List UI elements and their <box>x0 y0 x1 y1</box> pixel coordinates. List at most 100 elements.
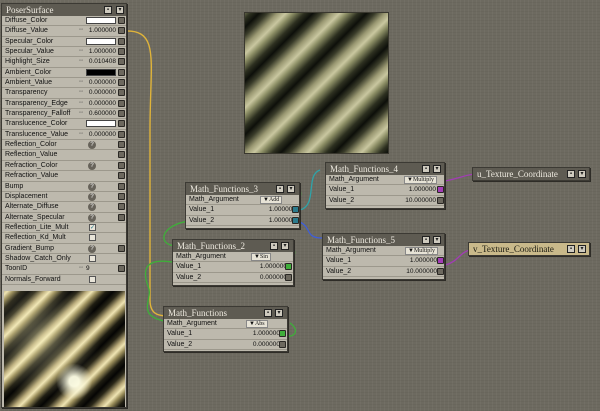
value-1-row[interactable]: Value_1 1.000000 <box>173 262 293 273</box>
math-functions-3-title-bar[interactable]: Math_Functions_3 ▪ ▾ <box>186 183 299 195</box>
plug-icon[interactable] <box>118 89 125 97</box>
math-argument-row[interactable]: Math_Argument ▼Sin <box>173 252 293 263</box>
poser-param-row[interactable]: Transparency_Edge ◦◦ 0.000000 <box>2 99 126 110</box>
plug-icon[interactable] <box>118 172 125 180</box>
value-2-row[interactable]: Value_2 10.000000 <box>323 267 444 278</box>
plug-icon[interactable] <box>118 37 125 45</box>
value-field[interactable]: 0.000000 <box>86 79 116 86</box>
poser-param-row[interactable]: Diffuse_Color <box>2 16 126 27</box>
poser-param-row[interactable]: Refraction_Color? <box>2 161 126 172</box>
poser-param-row[interactable]: Transparency ◦◦ 0.000000 <box>2 88 126 99</box>
value-field[interactable]: 0.000000 <box>86 131 116 138</box>
collapse-options-icon[interactable]: ▪ <box>567 245 575 253</box>
checkbox-checked[interactable]: ✓ <box>89 223 96 231</box>
collapse-preview-icon[interactable]: ▾ <box>433 236 441 244</box>
value-field[interactable]: 1.000000 <box>86 27 116 34</box>
dial-icon[interactable]: ◦◦ <box>79 89 83 95</box>
help-icon[interactable]: ? <box>88 244 96 253</box>
collapse-options-icon[interactable]: ▪ <box>104 6 112 14</box>
help-icon[interactable]: ? <box>88 182 96 191</box>
dial-icon[interactable]: ◦◦ <box>79 27 83 33</box>
value-field[interactable]: 0.600000 <box>86 110 116 117</box>
dial-icon[interactable]: ◦◦ <box>79 110 83 116</box>
dial-icon[interactable]: ◦◦ <box>79 265 83 271</box>
value-1-row[interactable]: Value_1 1.000000 <box>323 256 444 267</box>
poser-param-row[interactable]: Highlight_Size ◦◦ 0.010408 <box>2 57 126 68</box>
collapse-preview-icon[interactable]: ▾ <box>275 309 283 317</box>
plug-icon[interactable] <box>292 206 299 214</box>
plug-icon[interactable] <box>118 244 125 252</box>
help-icon[interactable]: ? <box>88 161 96 170</box>
plug-icon[interactable] <box>285 273 292 281</box>
math-functions-node[interactable]: Math_Functions ▪ ▾ Math_Argument ▼Abs Va… <box>163 306 288 352</box>
collapse-options-icon[interactable]: ▪ <box>276 185 284 193</box>
math-argument-row[interactable]: Math_Argument ▼Multiply <box>323 246 444 257</box>
color-swatch[interactable] <box>86 68 116 76</box>
poser-param-row[interactable]: Refraction_Value <box>2 171 126 182</box>
value-2-field[interactable]: 10.000000 <box>398 197 436 204</box>
wire-math-functions-5-to-math-functions-3[interactable] <box>299 221 323 239</box>
plug-icon[interactable] <box>279 340 286 348</box>
plug-icon[interactable] <box>118 203 125 211</box>
poser-param-row[interactable]: Alternate_Specular? <box>2 213 126 223</box>
poser-param-row[interactable]: Translucence_Color <box>2 119 126 130</box>
value-1-field[interactable]: 1.000000 <box>242 330 280 337</box>
collapse-options-icon[interactable]: ▪ <box>422 236 430 244</box>
poser-param-row[interactable]: ToonID ◦◦ 9 <box>2 264 126 275</box>
math-functions-title-bar[interactable]: Math_Functions ▪ ▾ <box>164 307 287 319</box>
poser-param-row[interactable]: Reflection_Lite_Mult ✓ <box>2 223 126 234</box>
value-2-row[interactable]: Value_2 10.000000 <box>326 196 444 207</box>
math-functions-2-node[interactable]: Math_Functions_2 ▪ ▾ Math_Argument ▼Sin … <box>172 239 294 286</box>
plug-icon[interactable] <box>118 79 125 87</box>
wire-math-functions-4-to-math-functions-3[interactable] <box>299 169 321 211</box>
wire-u-texture-to-math-functions-4[interactable] <box>444 173 475 182</box>
value-1-field[interactable]: 1.000000 <box>399 257 437 264</box>
collapse-options-icon[interactable]: ▪ <box>270 242 278 250</box>
poser-param-row[interactable]: Diffuse_Value ◦◦ 1.000000 <box>2 26 126 37</box>
value-field[interactable]: 1.000000 <box>86 48 116 55</box>
plug-icon[interactable] <box>437 186 444 194</box>
help-icon[interactable]: ? <box>88 203 96 212</box>
value-2-field[interactable]: 0.000000 <box>242 341 280 348</box>
color-swatch[interactable] <box>86 37 116 45</box>
collapse-preview-icon[interactable]: ▾ <box>578 170 586 178</box>
plug-icon[interactable] <box>118 99 125 107</box>
value-field[interactable]: 0.000000 <box>86 89 116 96</box>
poser-surface-title-bar[interactable]: PoserSurface ▪ ▾ <box>2 4 126 16</box>
u-texture-coordinate-title-bar[interactable]: u_Texture_Coordinate ▪ ▾ <box>473 168 589 180</box>
value-2-row[interactable]: Value_2 0.000000 <box>173 273 293 284</box>
value-field[interactable]: 9 <box>86 265 116 272</box>
math-functions-4-node[interactable]: Math_Functions_4 ▪ ▾ Math_Argument ▼Mult… <box>325 162 445 209</box>
math-functions-5-node[interactable]: Math_Functions_5 ▪ ▾ Math_Argument ▼Mult… <box>322 233 445 280</box>
math-functions-3-node[interactable]: Math_Functions_3 ▪ ▾ Math_Argument ▼Add … <box>185 182 300 229</box>
poser-param-row[interactable]: Specular_Value ◦◦ 1.000000 <box>2 47 126 58</box>
plug-icon[interactable] <box>118 110 125 118</box>
poser-param-row[interactable]: Normals_Forward <box>2 275 126 285</box>
v-texture-coordinate-node[interactable]: v_Texture_Coordinate ▪ ▾ <box>468 242 590 256</box>
wire-v-texture-to-math-functions-5[interactable] <box>444 249 471 266</box>
poser-param-row[interactable]: Alternate_Diffuse? <box>2 202 126 213</box>
poser-param-row[interactable]: Reflection_Value <box>2 150 126 161</box>
checkbox-unchecked[interactable] <box>89 275 96 283</box>
value-2-field[interactable]: 0.000000 <box>249 274 287 281</box>
poser-param-row[interactable]: Gradient_Bump? <box>2 244 126 254</box>
plug-icon[interactable] <box>279 330 286 338</box>
collapse-preview-icon[interactable]: ▾ <box>281 242 289 250</box>
u-texture-coordinate-node[interactable]: u_Texture_Coordinate ▪ ▾ <box>472 167 590 181</box>
plug-icon[interactable] <box>118 192 125 200</box>
plug-icon[interactable] <box>285 263 292 271</box>
dial-icon[interactable]: ◦◦ <box>79 48 83 54</box>
checkbox-unchecked[interactable] <box>89 234 96 242</box>
plug-icon[interactable] <box>118 213 125 221</box>
help-icon[interactable]: ? <box>88 192 96 201</box>
math-argument-row[interactable]: Math_Argument ▼Add <box>186 195 299 206</box>
checkbox-unchecked[interactable] <box>89 254 96 262</box>
math-argument-row[interactable]: Math_Argument ▼Abs <box>164 319 287 330</box>
poser-param-row[interactable]: Reflection_Color? <box>2 140 126 151</box>
collapse-preview-icon[interactable]: ▾ <box>287 185 295 193</box>
poser-param-row[interactable]: Reflection_Kd_Mult <box>2 233 126 244</box>
collapse-options-icon[interactable]: ▪ <box>264 309 272 317</box>
plug-icon[interactable] <box>118 151 125 159</box>
dial-icon[interactable]: ◦◦ <box>79 100 83 106</box>
value-field[interactable]: 0.000000 <box>86 100 116 107</box>
